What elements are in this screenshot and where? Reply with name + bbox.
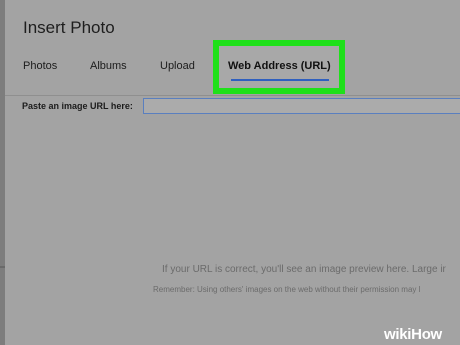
insert-photo-dialog: Insert Photo Photos Albums Upload Web Ad…	[5, 0, 460, 345]
watermark-how: How	[411, 326, 442, 343]
permission-warning-text: Remember: Using others' images on the we…	[153, 285, 421, 294]
tab-albums[interactable]: Albums	[90, 60, 127, 72]
tab-web-address-label: Web Address (URL)	[228, 60, 331, 72]
tab-web-address[interactable]: Web Address (URL)	[213, 40, 345, 94]
wikihow-watermark-logo: wikiHow	[384, 326, 442, 343]
active-tab-indicator	[231, 79, 329, 81]
tab-bar: Photos Albums Upload Web Address (URL)	[5, 40, 460, 94]
tab-photos[interactable]: Photos	[23, 60, 57, 72]
tab-upload[interactable]: Upload	[160, 60, 195, 72]
tab-divider	[5, 95, 460, 96]
dialog-title: Insert Photo	[23, 18, 115, 37]
image-url-input[interactable]	[143, 98, 460, 114]
preview-hint-text: If your URL is correct, you'll see an im…	[162, 264, 446, 275]
url-field-label: Paste an image URL here:	[22, 101, 133, 111]
screenshot-stage: Insert Photo Photos Albums Upload Web Ad…	[0, 0, 460, 345]
watermark-wiki: wiki	[384, 326, 412, 343]
